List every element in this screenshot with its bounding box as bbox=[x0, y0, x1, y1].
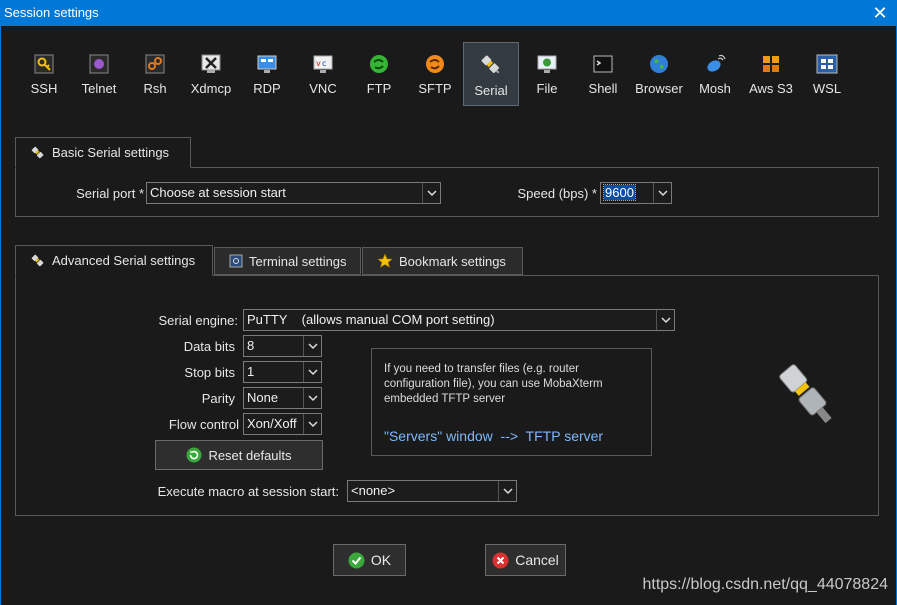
chevron-down-icon bbox=[653, 183, 671, 203]
tftp-info-text: If you need to transfer files (e.g. rout… bbox=[384, 363, 603, 405]
chevron-down-icon bbox=[422, 183, 440, 203]
speed-label: Speed (bps) * bbox=[517, 186, 598, 201]
ssh-icon bbox=[32, 52, 56, 76]
star-icon bbox=[377, 253, 393, 268]
session-type-telnet[interactable]: Telnet bbox=[71, 42, 127, 106]
session-type-ftp[interactable]: FTP bbox=[351, 42, 407, 106]
basic-settings-group bbox=[15, 167, 879, 217]
parity-select[interactable]: None bbox=[243, 387, 322, 409]
stop-bits-select[interactable]: 1 bbox=[243, 361, 322, 383]
serial-engine-select[interactable]: PuTTY (allows manual COM port setting) bbox=[243, 309, 675, 331]
svg-text:c: c bbox=[322, 59, 326, 68]
title-bar: Session settings ✕ bbox=[0, 0, 897, 26]
session-type-xdmcp[interactable]: Xdmcp bbox=[183, 42, 239, 106]
check-icon bbox=[348, 552, 365, 568]
chevron-down-icon bbox=[498, 481, 516, 501]
speed-select[interactable]: 9600 bbox=[600, 182, 672, 204]
telnet-icon bbox=[87, 52, 111, 76]
tftp-info-box: If you need to transfer files (e.g. rout… bbox=[371, 348, 652, 456]
session-type-rdp[interactable]: RDP bbox=[239, 42, 295, 106]
session-type-sftp[interactable]: SFTP bbox=[407, 42, 463, 106]
tab-basic-serial-settings[interactable]: Basic Serial settings bbox=[15, 137, 191, 168]
chevron-down-icon bbox=[303, 336, 321, 356]
chevron-down-icon bbox=[303, 414, 321, 434]
session-type-ssh[interactable]: SSH bbox=[16, 42, 72, 106]
shell-icon bbox=[591, 52, 615, 76]
flow-control-select[interactable]: Xon/Xoff bbox=[243, 413, 322, 435]
serial-engine-label: Serial engine: bbox=[158, 313, 239, 328]
xdmcp-icon bbox=[199, 52, 223, 76]
parity-label: Parity bbox=[201, 391, 235, 406]
wsl-windows-icon bbox=[815, 52, 839, 76]
rdp-icon bbox=[255, 52, 279, 76]
serial-port-select[interactable]: Choose at session start bbox=[146, 182, 441, 204]
chevron-down-icon bbox=[303, 388, 321, 408]
flow-control-label: Flow control bbox=[168, 417, 239, 432]
terminal-icon bbox=[229, 254, 243, 268]
tftp-server-link[interactable]: "Servers" window --> TFTP server bbox=[384, 428, 603, 444]
ftp-icon bbox=[367, 52, 391, 76]
serial-connector-illustration-icon bbox=[770, 360, 846, 432]
watermark-text: https://blog.csdn.net/qq_44078824 bbox=[642, 576, 888, 593]
reset-defaults-button[interactable]: Reset defaults bbox=[155, 440, 323, 470]
session-type-serial[interactable]: Serial bbox=[463, 42, 519, 106]
tab-bookmark-settings[interactable]: Bookmark settings bbox=[362, 247, 523, 275]
plug-icon bbox=[31, 254, 44, 266]
stop-bits-label: Stop bits bbox=[184, 365, 235, 380]
chevron-down-icon bbox=[303, 362, 321, 382]
cancel-x-icon bbox=[492, 552, 509, 568]
rsh-icon bbox=[143, 52, 167, 76]
file-icon bbox=[535, 52, 559, 76]
tab-terminal-settings[interactable]: Terminal settings bbox=[214, 247, 361, 275]
mosh-satellite-icon bbox=[703, 52, 727, 76]
sftp-icon bbox=[423, 52, 447, 76]
cancel-button[interactable]: Cancel bbox=[485, 544, 566, 576]
session-type-rsh[interactable]: Rsh bbox=[127, 42, 183, 106]
serial-plug-icon bbox=[479, 53, 503, 77]
session-type-browser[interactable]: Browser bbox=[631, 42, 687, 106]
plug-icon bbox=[31, 146, 44, 158]
aws-s3-icon bbox=[759, 52, 783, 76]
window-border-left bbox=[0, 26, 1, 605]
serial-port-label: Serial port * bbox=[76, 186, 144, 201]
chevron-down-icon bbox=[656, 310, 674, 330]
session-type-wsl[interactable]: WSL bbox=[799, 42, 855, 106]
data-bits-select[interactable]: 8 bbox=[243, 335, 322, 357]
session-type-aws-s3[interactable]: Aws S3 bbox=[743, 42, 799, 106]
session-type-file[interactable]: File bbox=[519, 42, 575, 106]
svg-text:v: v bbox=[316, 59, 321, 68]
tab-advanced-serial-settings[interactable]: Advanced Serial settings bbox=[15, 245, 213, 276]
data-bits-label: Data bits bbox=[183, 339, 235, 354]
ok-button[interactable]: OK bbox=[333, 544, 406, 576]
execute-macro-label: Execute macro at session start: bbox=[157, 484, 339, 499]
browser-globe-icon bbox=[647, 52, 671, 76]
session-type-mosh[interactable]: Mosh bbox=[687, 42, 743, 106]
session-type-vnc[interactable]: vc VNC bbox=[295, 42, 351, 106]
execute-macro-select[interactable]: <none> bbox=[347, 480, 517, 502]
session-type-shell[interactable]: Shell bbox=[575, 42, 631, 106]
window-title: Session settings bbox=[4, 5, 99, 20]
refresh-icon bbox=[186, 447, 202, 463]
vnc-icon: vc bbox=[311, 52, 335, 76]
close-icon[interactable]: ✕ bbox=[863, 0, 897, 26]
